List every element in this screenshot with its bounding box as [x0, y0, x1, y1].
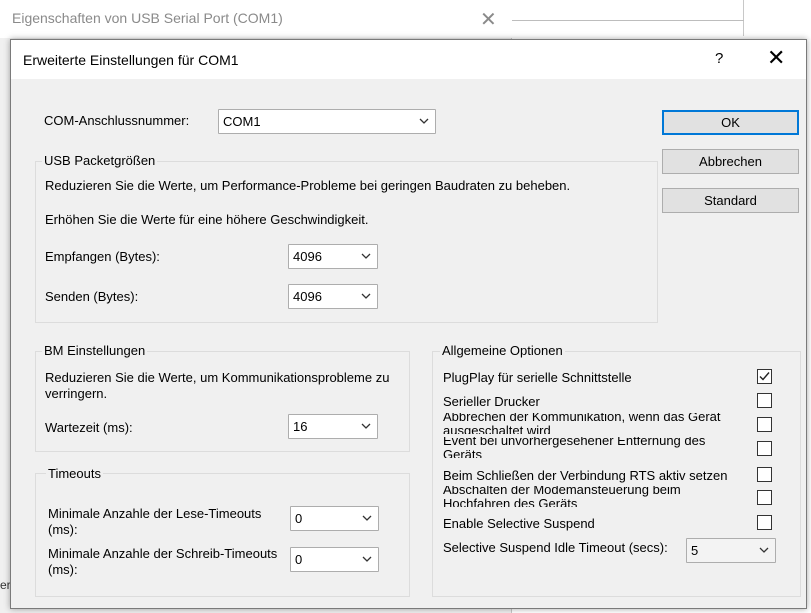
option-text-disable-modem-ctrl: Abschalten der Modemansteuerung beim Hoc…: [443, 486, 681, 507]
read-timeout-label: Minimale Anzahle der Lese-Timeouts (ms):: [48, 506, 262, 537]
latency-select[interactable]: 16: [288, 414, 378, 439]
timeouts-group-title: Timeouts: [46, 466, 103, 481]
chevron-down-icon: [759, 547, 769, 553]
divider: [512, 20, 744, 21]
checkmark-icon: [759, 372, 770, 381]
option-label-serial-printer: Serieller Drucker: [443, 394, 540, 409]
idle-timeout-label: Selective Suspend Idle Timeout (secs):: [443, 540, 668, 555]
com-port-select[interactable]: COM1: [218, 109, 436, 134]
bm-group-title: BM Einstellungen: [42, 343, 148, 358]
idle-timeout-select[interactable]: 5: [686, 538, 776, 563]
send-select[interactable]: 4096: [288, 284, 378, 309]
chevron-down-icon: [419, 118, 429, 124]
receive-select[interactable]: 4096: [288, 244, 378, 269]
send-label: Senden (Bytes):: [45, 289, 139, 304]
option-checkbox-surprise-removal[interactable]: [757, 441, 772, 456]
dialog-titlebar: Erweiterte Einstellungen für COM1 ? ✕: [11, 40, 806, 79]
option-checkbox-selective-suspend[interactable]: [757, 515, 772, 530]
chevron-down-icon: [362, 556, 372, 562]
chevron-down-icon: [361, 253, 371, 259]
chevron-down-icon: [362, 515, 372, 521]
option-checkbox-disable-modem-ctrl[interactable]: [757, 490, 772, 505]
idle-timeout-value: 5: [691, 543, 699, 558]
option-label-surprise-removal: Event bei unvorhergesehener Entfernung d…: [443, 437, 743, 458]
option-label-plugplay: PlugPlay für serielle Schnittstelle: [443, 370, 632, 385]
help-icon[interactable]: ?: [715, 50, 723, 67]
option-checkbox-plugplay[interactable]: [757, 369, 772, 384]
write-timeout-value: 0: [295, 552, 303, 567]
com-port-value: COM1: [223, 114, 261, 129]
background-close-icon[interactable]: ✕: [480, 7, 497, 32]
options-group-title: Allgemeine Optionen: [440, 343, 565, 358]
close-icon[interactable]: ✕: [767, 45, 785, 71]
option-text-cancel-on-power-off: Abbrechen der Kommunikation, wenn das Ge…: [443, 413, 721, 434]
receive-label: Empfangen (Bytes):: [45, 249, 160, 264]
advanced-settings-dialog: Erweiterte Einstellungen für COM1 ? ✕ CO…: [10, 39, 807, 609]
option-text-surprise-removal: Event bei unvorhergesehener Entfernung d…: [443, 437, 706, 458]
send-value: 4096: [293, 289, 322, 304]
chevron-down-icon: [361, 293, 371, 299]
option-label-rts-on-close: Beim Schließen der Verbindung RTS aktiv …: [443, 468, 728, 483]
chevron-down-icon: [361, 423, 371, 429]
dialog-title: Erweiterte Einstellungen für COM1: [23, 52, 239, 68]
usb-info-line-1: Reduzieren Sie die Werte, um Performance…: [45, 178, 571, 193]
read-timeout-select[interactable]: 0: [290, 506, 379, 531]
background-window-2: [512, 0, 744, 36]
receive-value: 4096: [293, 249, 322, 264]
usb-info-line-2: Erhöhen Sie die Werte für eine höhere Ge…: [45, 212, 369, 227]
default-button[interactable]: Standard: [662, 188, 799, 213]
usb-group-title: USB Packetgrößen: [42, 153, 158, 168]
cancel-button[interactable]: Abbrechen: [662, 149, 799, 174]
write-timeout-select[interactable]: 0: [290, 547, 379, 572]
background-window-title: Eigenschaften von USB Serial Port (COM1): [12, 10, 283, 26]
latency-label: Wartezeit (ms):: [45, 420, 133, 435]
latency-value: 16: [293, 419, 308, 434]
ok-button[interactable]: OK: [662, 110, 799, 135]
option-label-selective-suspend: Enable Selective Suspend: [443, 516, 595, 531]
option-checkbox-rts-on-close[interactable]: [757, 467, 772, 482]
write-timeout-label: Minimale Anzahle der Schreib-Timeouts (m…: [48, 546, 278, 577]
option-label-disable-modem-ctrl: Abschalten der Modemansteuerung beim Hoc…: [443, 486, 743, 507]
background-window-titlebar: Eigenschaften von USB Serial Port (COM1)…: [0, 0, 512, 38]
option-checkbox-cancel-on-power-off[interactable]: [757, 417, 772, 432]
bm-info-text: Reduzieren Sie die Werte, um Kommunikati…: [45, 370, 390, 401]
option-label-cancel-on-power-off: Abbrechen der Kommunikation, wenn das Ge…: [443, 413, 743, 434]
com-port-label: COM-Anschlussnummer:: [44, 113, 190, 128]
read-timeout-value: 0: [295, 511, 303, 526]
option-checkbox-serial-printer[interactable]: [757, 393, 772, 408]
